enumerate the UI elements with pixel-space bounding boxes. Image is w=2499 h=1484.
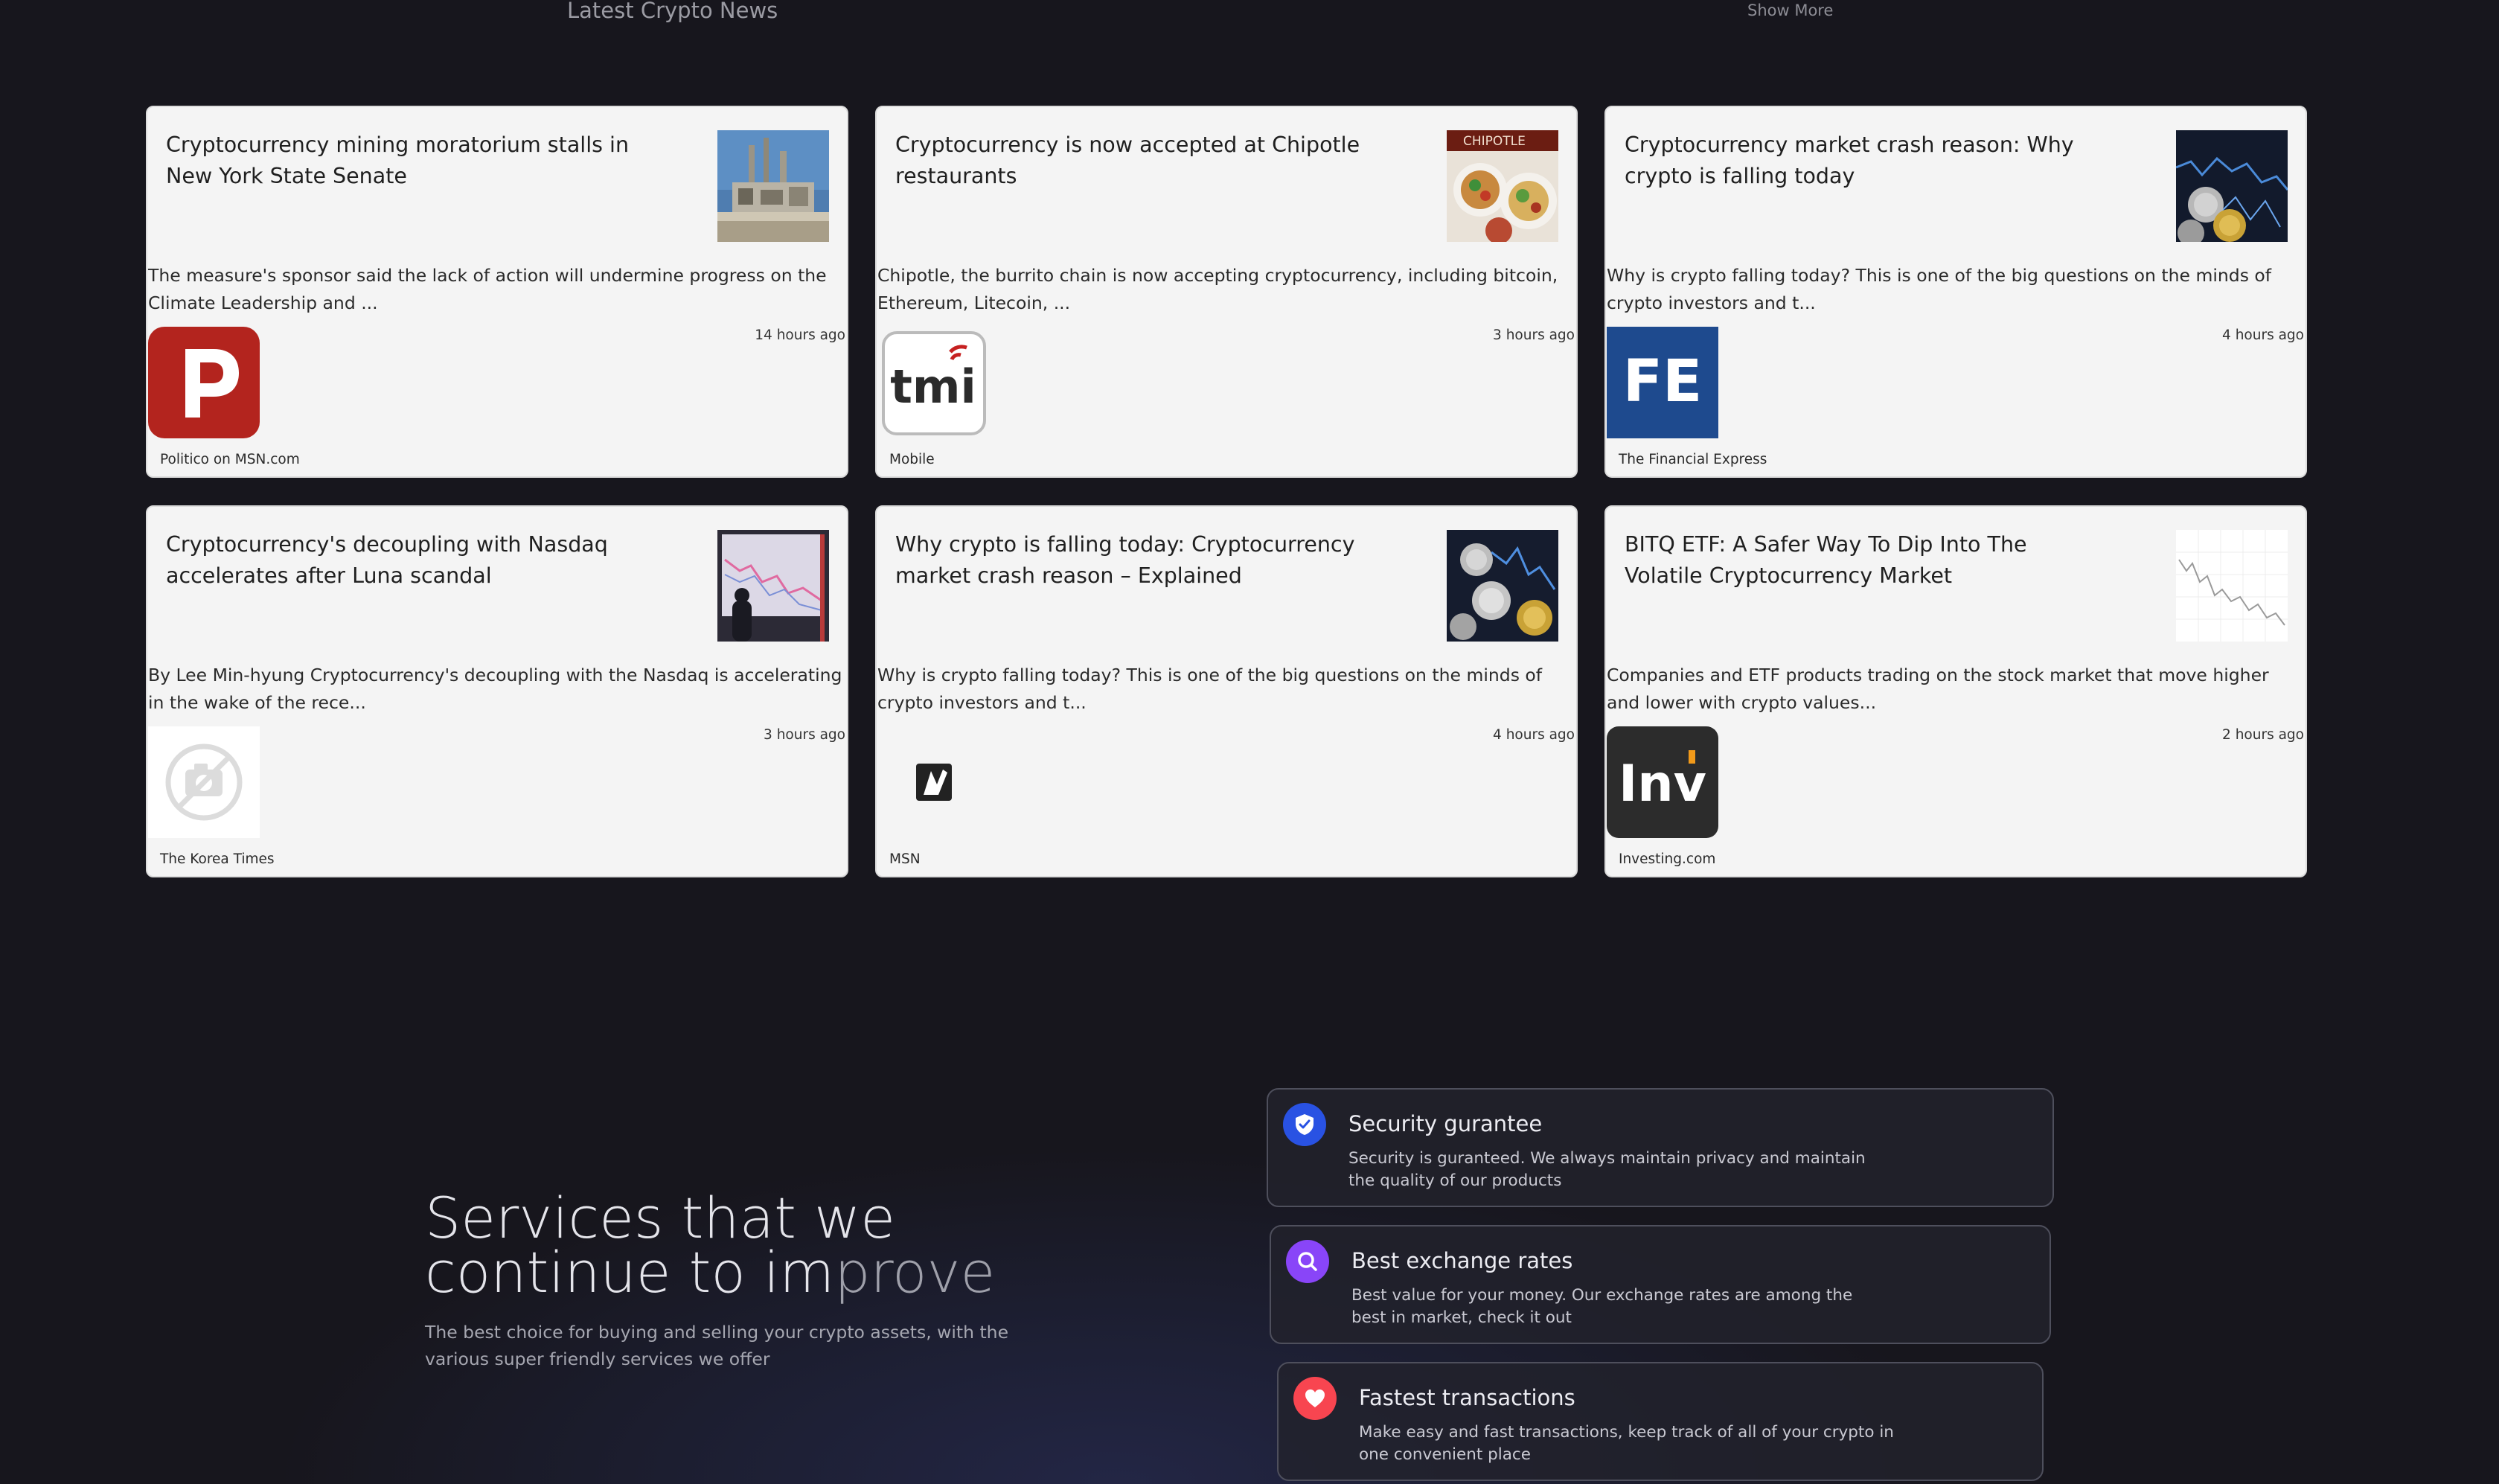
news-provider-name: Investing.com	[1619, 851, 1716, 867]
services-heading-line2: continue to improve	[425, 1244, 1095, 1301]
tmi-logo-icon: tmi	[877, 327, 989, 438]
news-headline[interactable]: Why crypto is falling today: Cryptocurre…	[895, 529, 1379, 592]
services-subtitle: The best choice for buying and selling y…	[425, 1322, 1009, 1369]
news-timestamp: 3 hours ago	[1493, 327, 1575, 343]
camera-placeholder-icon	[148, 726, 260, 838]
tmi-logo-text: tmi	[890, 359, 976, 414]
news-card[interactable]: Cryptocurrency's decoupling with Nasdaq …	[146, 505, 848, 877]
financial-express-logo-icon: FE	[1607, 327, 1718, 438]
news-card[interactable]: BITQ ETF: A Safer Way To Dip Into The Vo…	[1604, 505, 2307, 877]
services-heading: Services that we continue to improve	[425, 1185, 1095, 1301]
page: Latest Crypto News Show More Cryptocurre…	[0, 0, 2499, 1484]
market-screen-photo[interactable]	[717, 530, 829, 642]
news-headline[interactable]: Cryptocurrency mining moratorium stalls …	[166, 129, 650, 192]
service-description: Make easy and fast transactions, keep tr…	[1359, 1423, 1894, 1464]
news-timestamp: 14 hours ago	[755, 327, 845, 343]
news-headline[interactable]: BITQ ETF: A Safer Way To Dip Into The Vo…	[1625, 529, 2108, 592]
politico-logo-icon	[148, 327, 260, 438]
news-provider-name: Politico on MSN.com	[160, 452, 300, 467]
services-heading-line2-start: continue to im	[425, 1239, 835, 1305]
service-description: Security is guranteed. We always maintai…	[1348, 1149, 1866, 1190]
news-provider-name: The Financial Express	[1619, 452, 1767, 467]
msn-logo-icon	[877, 726, 989, 838]
chipotle-food-photo[interactable]: CHIPOTLE	[1447, 130, 1558, 242]
shield-check-icon	[1283, 1103, 1326, 1146]
service-card-exchange[interactable]: Best exchange rates Best value for your …	[1270, 1225, 2051, 1344]
fe-logo-text: FE	[1623, 348, 1703, 415]
news-snippet: Why is crypto falling today? This is one…	[1607, 265, 2272, 313]
news-headline[interactable]: Cryptocurrency is now accepted at Chipot…	[895, 129, 1379, 192]
service-description: Best value for your money. Our exchange …	[1351, 1286, 1853, 1327]
news-timestamp: 3 hours ago	[764, 727, 845, 743]
news-headline[interactable]: Cryptocurrency market crash reason: Why …	[1625, 129, 2108, 192]
news-snippet: Companies and ETF products trading on th…	[1607, 665, 2269, 713]
stock-chart-photo[interactable]	[2176, 530, 2288, 642]
services-heading-line1: Services that we	[425, 1185, 896, 1251]
news-card[interactable]: Why crypto is falling today: Cryptocurre…	[875, 505, 1578, 877]
service-title: Security gurantee	[1348, 1111, 1543, 1136]
news-headline[interactable]: Cryptocurrency's decoupling with Nasdaq …	[166, 529, 650, 592]
service-title: Fastest transactions	[1359, 1385, 1575, 1410]
service-card-transactions[interactable]: Fastest transactions Make easy and fast …	[1277, 1362, 2044, 1481]
news-timestamp: 4 hours ago	[1493, 727, 1575, 743]
news-provider-name: The Korea Times	[160, 851, 275, 867]
news-card[interactable]: Cryptocurrency mining moratorium stalls …	[146, 106, 848, 478]
chipotle-sign-text: CHIPOTLE	[1463, 134, 1526, 149]
news-provider-name: MSN	[889, 851, 921, 867]
heart-icon	[1293, 1377, 1337, 1420]
news-timestamp: 4 hours ago	[2222, 327, 2304, 343]
news-timestamp: 2 hours ago	[2222, 727, 2304, 743]
search-icon	[1286, 1240, 1329, 1283]
show-more-link[interactable]: Show More	[1747, 0, 1833, 21]
investing-logo-icon: Inv	[1607, 726, 1718, 838]
service-card-security[interactable]: Security gurantee Security is guranteed.…	[1267, 1088, 2054, 1207]
news-snippet: Chipotle, the burrito chain is now accep…	[877, 265, 1558, 313]
news-provider-name: Mobile	[889, 452, 935, 467]
news-snippet: Why is crypto falling today? This is one…	[877, 665, 1543, 713]
crypto-coins-chart-photo[interactable]	[2176, 130, 2288, 242]
services-heading-line2-end: prove	[834, 1239, 996, 1305]
service-title: Best exchange rates	[1351, 1248, 1573, 1273]
news-snippet: The measure's sponsor said the lack of a…	[148, 265, 827, 313]
news-card[interactable]: Cryptocurrency market crash reason: Why …	[1604, 106, 2307, 478]
crypto-coins-chart-photo[interactable]	[1447, 530, 1558, 642]
news-section-title: Latest Crypto News	[567, 0, 778, 23]
news-card[interactable]: Cryptocurrency is now accepted at Chipot…	[875, 106, 1578, 478]
power-plant-photo[interactable]	[717, 130, 829, 242]
news-snippet: By Lee Min-hyung Cryptocurrency's decoup…	[148, 665, 842, 713]
